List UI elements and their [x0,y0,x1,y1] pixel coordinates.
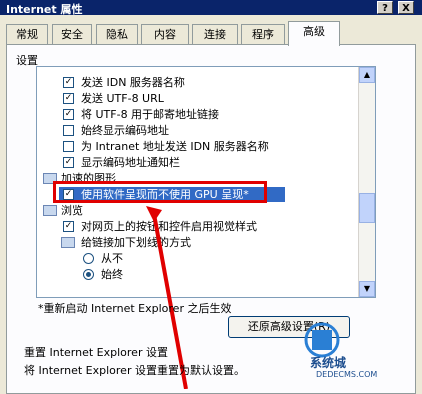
folder-icon [43,173,57,184]
settings-group-label: 设置 [16,54,38,67]
setting-encoded-address-notification[interactable]: ✓ 显示编码地址通知栏 [37,155,357,171]
checkbox-checked-icon[interactable]: ✓ [63,109,74,120]
scroll-up-arrow-icon[interactable]: ▲ [359,67,375,83]
tab-programs[interactable]: 程序 [241,24,285,45]
setting-show-encoded-address[interactable]: 始终显示编码地址 [37,123,357,139]
settings-tree[interactable]: ✓ 发送 IDN 服务器名称 ✓ 发送 UTF-8 URL ✓ 将 UTF-8 … [36,66,376,298]
checkbox-checked-icon[interactable]: ✓ [63,189,74,200]
restore-advanced-settings-button[interactable]: 还原高级设置(R) [228,316,350,338]
folder-icon [43,205,57,216]
checkbox-checked-icon[interactable]: ✓ [63,77,74,88]
tab-content[interactable]: 内容 [141,24,189,45]
scroll-down-arrow-icon[interactable]: ▼ [359,281,375,297]
checkbox-checked-icon[interactable]: ✓ [63,221,74,232]
category-underline-links: 给链接加下划线的方式 [37,235,357,251]
checkbox-checked-icon[interactable]: ✓ [63,93,74,104]
scroll-thumb[interactable] [359,193,375,223]
setting-software-rendering[interactable]: ✓ 使用软件呈现而不使用 GPU 呈现* [37,187,357,203]
setting-send-idn[interactable]: ✓ 发送 IDN 服务器名称 [37,75,357,91]
tab-general[interactable]: 常规 [6,24,48,45]
option-never[interactable]: 从不 [37,251,357,267]
folder-icon [61,237,75,248]
radio-selected-icon[interactable] [83,269,94,280]
checkbox-unchecked-icon[interactable] [63,141,74,152]
checkbox-unchecked-icon[interactable] [63,125,74,136]
reset-section-description: 将 Internet Explorer 设置重置为默认设置。 [24,364,245,377]
vertical-scrollbar[interactable]: ▲ ▼ [358,67,375,297]
tab-strip: 常规 安全 隐私 内容 连接 程序 高级 [6,21,416,46]
radio-unselected-icon[interactable] [83,253,94,264]
title-bar: Internet 属性 ? X [0,0,422,16]
option-always[interactable]: 始终 [37,267,357,283]
category-accelerated-graphics: 加速的图形 [37,171,357,187]
help-button[interactable]: ? [377,1,393,14]
setting-intranet-idn[interactable]: 为 Intranet 地址发送 IDN 服务器名称 [37,139,357,155]
tab-security[interactable]: 安全 [52,24,92,45]
tab-privacy[interactable]: 隐私 [96,24,138,45]
setting-visual-styles[interactable]: ✓ 对网页上的按钮和控件启用视觉样式 [37,219,357,235]
close-button[interactable]: X [398,1,414,14]
tab-advanced[interactable]: 高级 [288,21,340,46]
checkbox-checked-icon[interactable]: ✓ [63,157,74,168]
category-browsing: 浏览 [37,203,357,219]
setting-utf8-mailto[interactable]: ✓ 将 UTF-8 用于邮寄地址链接 [37,107,357,123]
reset-section-label: 重置 Internet Explorer 设置 [24,346,168,359]
setting-send-utf8-url[interactable]: ✓ 发送 UTF-8 URL [37,91,357,107]
restart-note: *重新启动 Internet Explorer 之后生效 [38,302,232,315]
window-title: Internet 属性 [6,3,83,16]
tab-connections[interactable]: 连接 [192,24,238,45]
